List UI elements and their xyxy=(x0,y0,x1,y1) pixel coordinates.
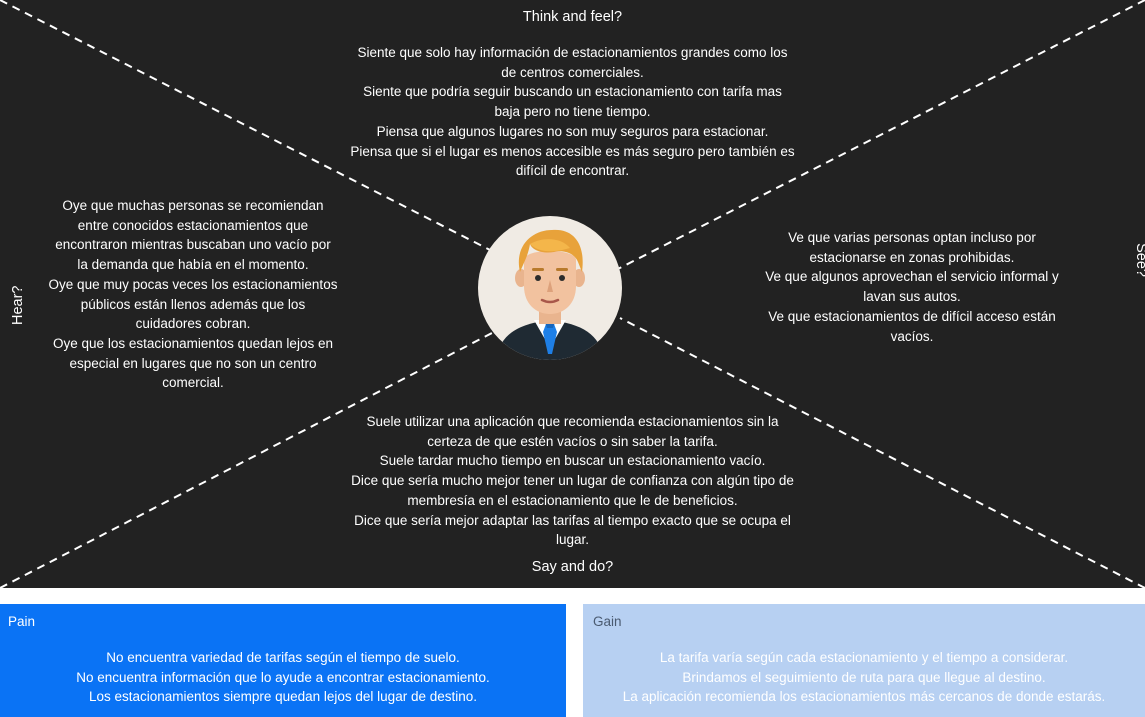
gain-line: La tarifa varía según cada estacionamien… xyxy=(659,650,1069,665)
hear-line: la demanda que había en el momento. xyxy=(77,257,309,273)
gain-line: La aplicación recomienda los estacionami… xyxy=(622,689,1106,705)
hear-line: Oye que muy pocas veces los estacionamie… xyxy=(48,276,338,292)
see-line: estacionarse en zonas prohibidas. xyxy=(809,249,1015,265)
hear-line: Oye que muchas personas se recomiendan xyxy=(62,198,324,213)
think-feel-title: Think and feel? xyxy=(522,9,623,25)
see-line: Ve que estacionamientos de difícil acces… xyxy=(768,308,1056,324)
hear-line: entre conocidos estacionamientos que xyxy=(77,217,309,233)
think-feel-line: de centros comerciales. xyxy=(501,64,644,80)
think-feel-line: Piensa que si el lugar es menos accesibl… xyxy=(350,143,795,159)
think-feel-line: Siente que podría seguir buscando un est… xyxy=(363,84,782,100)
think-feel-line: baja pero no tiene tiempo. xyxy=(494,104,651,120)
hear-line: públicos están llenos además que los xyxy=(80,296,306,312)
see-line: lavan sus autos. xyxy=(863,289,961,305)
say-do-line: membresía en el estacionamiento que le d… xyxy=(407,492,738,508)
hear-title: Hear? xyxy=(10,285,26,326)
gain-label: Gain xyxy=(593,614,622,629)
pain-text: No encuentra variedad de tarifas según e… xyxy=(0,648,566,707)
say-do-text: Suele utilizar una aplicación que recomi… xyxy=(315,412,830,550)
say-do-line: lugar. xyxy=(555,532,590,548)
pain-line: Los estacionamientos siempre quedan lejo… xyxy=(89,689,477,705)
say-do-line: Dice que sería mejor adaptar las tarifas… xyxy=(354,512,791,528)
see-text: Ve que varias personas optan incluso por… xyxy=(742,228,1082,346)
think-feel-line: difícil de encontrar. xyxy=(515,163,630,179)
see-line: vacíos. xyxy=(890,328,934,344)
see-title: See? xyxy=(1133,243,1145,277)
hear-line: especial en lugares que no son un centro xyxy=(69,355,317,371)
gain-text: La tarifa varía según cada estacionamien… xyxy=(583,648,1145,707)
pain-panel: Pain No encuentra variedad de tarifas se… xyxy=(0,604,566,717)
think-feel-line: Siente que solo hay información de estac… xyxy=(357,45,788,60)
think-feel-text: Siente que solo hay información de estac… xyxy=(320,43,825,181)
empathy-map: Think and feel? Siente que solo hay info… xyxy=(0,0,1145,588)
see-line: Ve que algunos aprovechan el servicio in… xyxy=(765,269,1059,285)
hear-line: comercial. xyxy=(162,375,224,391)
pain-line: No encuentra información que lo ayude a … xyxy=(76,669,490,685)
say-do-line: certeza de que estén vacíos o sin saber … xyxy=(427,433,718,449)
hear-line: cuidadores cobran. xyxy=(135,316,251,332)
gain-panel: Gain La tarifa varía según cada estacion… xyxy=(583,604,1145,717)
pain-line: No encuentra variedad de tarifas según e… xyxy=(106,650,460,665)
hear-line: encontraron mientras buscaban uno vacío … xyxy=(55,237,331,253)
hear-text: Oye que muchas personas se recomiendan e… xyxy=(32,196,354,393)
think-feel-line: Piensa que algunos lugares no son muy se… xyxy=(376,123,769,139)
user-avatar-icon xyxy=(478,216,622,360)
gain-line: Brindamos el seguimiento de ruta para qu… xyxy=(682,669,1046,685)
say-do-title: Say and do? xyxy=(531,559,614,575)
see-line: Ve que varias personas optan incluso por xyxy=(788,230,1036,245)
hear-line: Oye que los estacionamientos quedan lejo… xyxy=(53,335,333,351)
say-do-line: Suele tardar mucho tiempo en buscar un e… xyxy=(379,453,766,469)
say-do-line: Dice que sería mucho mejor tener un luga… xyxy=(351,473,794,489)
say-do-line: Suele utilizar una aplicación que recomi… xyxy=(366,414,779,429)
pain-label: Pain xyxy=(8,614,36,629)
